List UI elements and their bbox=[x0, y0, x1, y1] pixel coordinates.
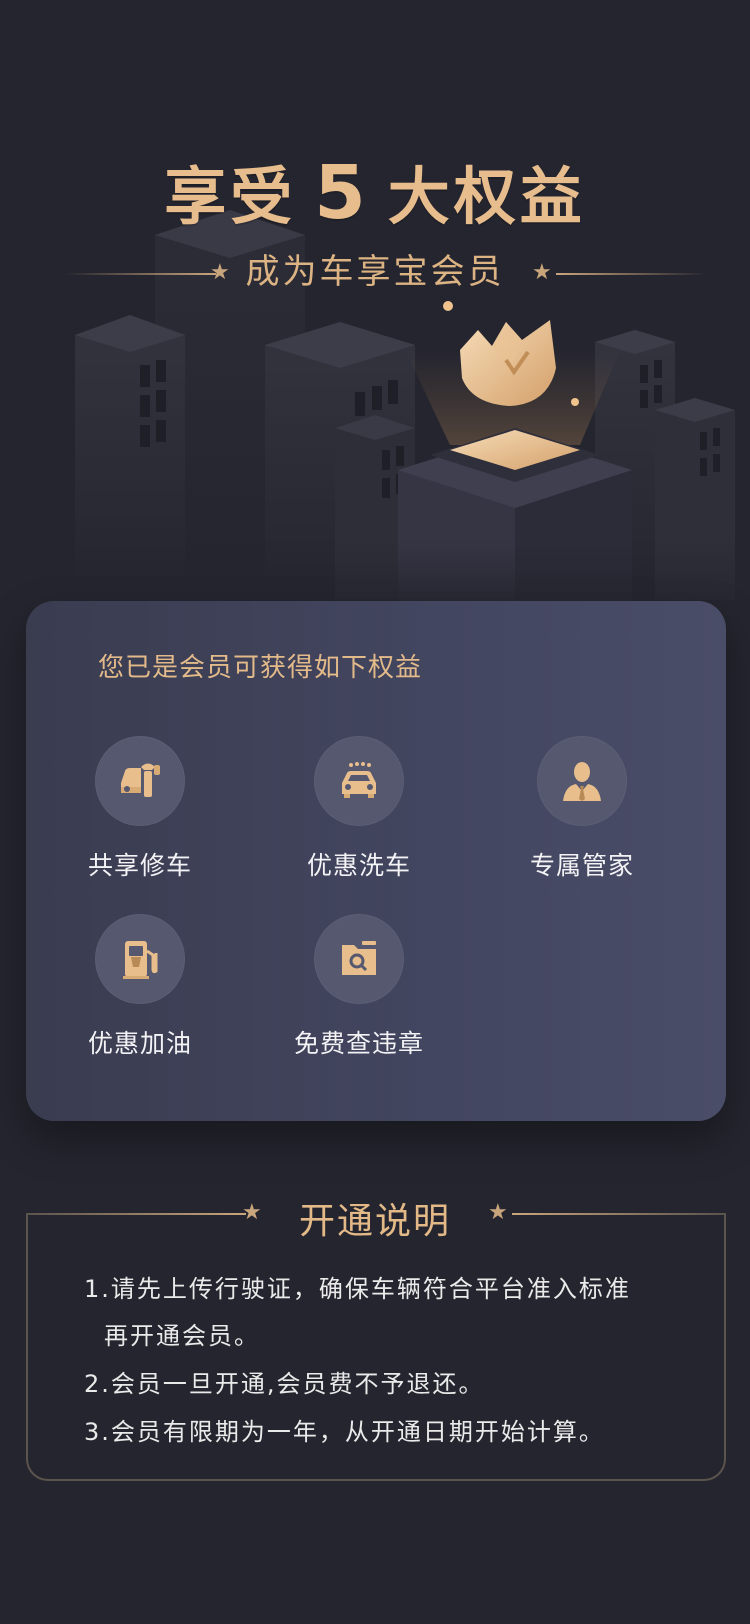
info-line: 1.请先上传行驶证，确保车辆符合平台准入标准 bbox=[84, 1275, 631, 1303]
benefit-label: 优惠洗车 bbox=[306, 851, 411, 880]
star-icon: ★ bbox=[532, 260, 552, 285]
car-repair-icon bbox=[121, 763, 160, 797]
benefit-violation-check[interactable]: 免费查违章 bbox=[279, 914, 439, 1060]
benefit-label: 免费查违章 bbox=[293, 1029, 424, 1058]
crown-icon bbox=[460, 320, 556, 406]
fuel-pump-icon bbox=[123, 941, 158, 979]
benefit-car-wash[interactable]: 优惠洗车 bbox=[279, 736, 439, 882]
benefit-butler[interactable]: 专属管家 bbox=[502, 736, 662, 882]
info-line: 2.会员一旦开通,会员费不予退还。 bbox=[84, 1370, 485, 1398]
hero-title-right: 大权益 bbox=[387, 160, 586, 233]
info-line: 3.会员有限期为一年，从开通日期开始计算。 bbox=[84, 1418, 605, 1446]
info-line: 再开通会员。 bbox=[104, 1322, 260, 1350]
benefits-card: 您已是会员可获得如下权益 共享修车 优惠洗车 专属管家 优惠加油 免费查违章 bbox=[26, 601, 726, 1121]
car-wash-icon bbox=[342, 762, 376, 798]
hero-subtitle: 成为车享宝会员 bbox=[245, 252, 505, 292]
benefit-icon-circle bbox=[314, 736, 404, 826]
hero-title-number: 5 bbox=[314, 150, 370, 236]
benefit-shared-repair[interactable]: 共享修车 bbox=[60, 736, 220, 882]
hero-title: 享受 5 大权益 bbox=[0, 146, 750, 236]
violation-search-icon bbox=[342, 941, 376, 975]
butler-icon bbox=[563, 762, 601, 801]
benefit-label: 优惠加油 bbox=[87, 1029, 192, 1058]
benefit-icon-circle bbox=[314, 914, 404, 1004]
benefits-heading: 您已是会员可获得如下权益 bbox=[98, 653, 423, 683]
benefit-icon-circle bbox=[537, 736, 627, 826]
benefit-label: 专属管家 bbox=[529, 851, 634, 880]
hero-illustration bbox=[0, 210, 750, 620]
benefit-label: 共享修车 bbox=[87, 851, 192, 880]
benefit-icon-circle bbox=[95, 914, 185, 1004]
benefit-icon-circle bbox=[95, 736, 185, 826]
subtitle-rule-right bbox=[556, 273, 706, 275]
benefit-fuel[interactable]: 优惠加油 bbox=[60, 914, 220, 1060]
hero-title-left: 享受 bbox=[164, 160, 297, 233]
